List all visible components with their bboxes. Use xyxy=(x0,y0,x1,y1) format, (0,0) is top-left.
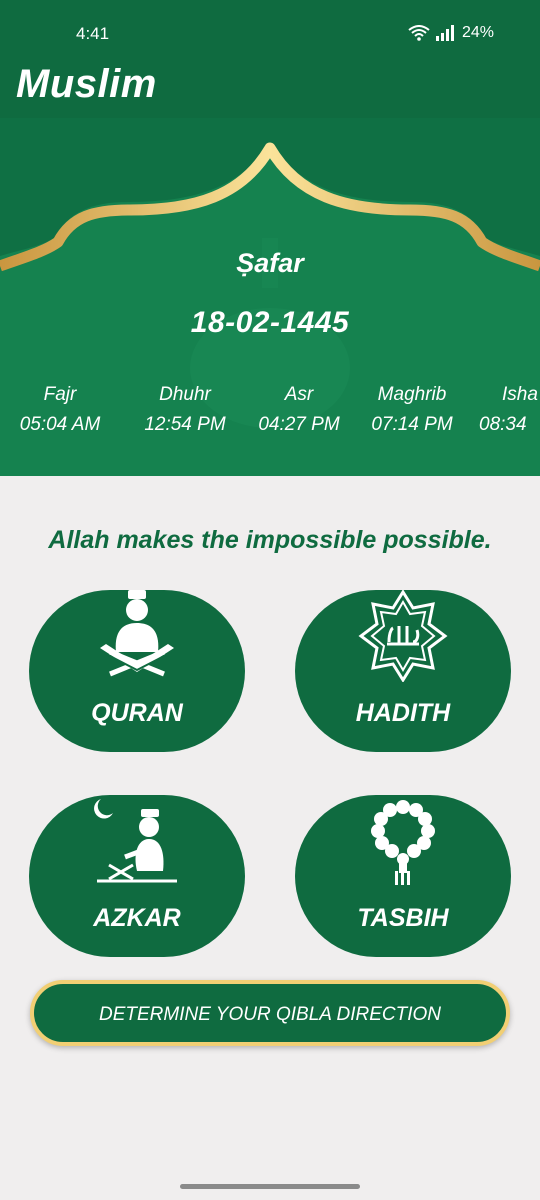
wifi-icon xyxy=(408,25,430,41)
praying-man-icon xyxy=(94,799,177,883)
app-title: Muslim xyxy=(16,62,157,106)
prayer-beads-icon xyxy=(371,800,435,885)
prayer-name: Asr xyxy=(284,384,314,405)
quran-label: QURAN xyxy=(91,699,183,727)
prayer-name: Maghrib xyxy=(377,384,447,405)
status-bar: 4:41 24% xyxy=(0,0,540,68)
quran-button[interactable]: QURAN xyxy=(29,590,245,752)
hadith-label: HADITH xyxy=(355,699,451,727)
prayer-time: 05:04 AM xyxy=(19,414,101,435)
tasbih-button[interactable]: TASBIH xyxy=(295,795,511,957)
prayer-time: 12:54 PM xyxy=(144,414,226,435)
qibla-direction-button[interactable]: DETERMINE YOUR QIBLA DIRECTION xyxy=(30,980,510,1046)
daily-quote: Allah makes the impossible possible. xyxy=(48,526,492,554)
prayer-time: 04:27 PM xyxy=(258,414,340,435)
tasbih-label: TASBIH xyxy=(357,904,449,932)
home-indicator[interactable] xyxy=(180,1184,360,1189)
prayer-dhuhr: Dhuhr 12:54 PM xyxy=(130,384,240,436)
status-time: 4:41 xyxy=(76,24,110,43)
qibla-button-label: DETERMINE YOUR QIBLA DIRECTION xyxy=(98,1004,442,1025)
azkar-button[interactable]: AZKAR xyxy=(29,795,245,957)
quran-reader-icon xyxy=(100,590,174,677)
prayer-times: Fajr 05:04 AM Dhuhr 12:54 PM Asr 04:27 P… xyxy=(0,384,540,444)
prayer-fajr: Fajr 05:04 AM xyxy=(8,384,112,436)
hijri-month: Ṣafar xyxy=(236,248,304,278)
hijri-date: 18-02-1445 xyxy=(190,306,350,339)
prayer-asr: Asr 04:27 PM xyxy=(246,384,352,436)
prayer-isha: Isha 08:34 xyxy=(476,384,540,436)
azkar-label: AZKAR xyxy=(93,904,181,932)
prayer-name: Dhuhr xyxy=(159,384,211,405)
prayer-name: Isha xyxy=(502,384,538,405)
prayer-time: 08:34 xyxy=(479,414,527,435)
prayer-time: 07:14 PM xyxy=(371,414,453,435)
prayer-name: Fajr xyxy=(43,384,77,405)
hadith-star-icon xyxy=(358,590,448,682)
signal-icon xyxy=(435,25,454,41)
hijri-banner: Ṣafar 18-02-1445 Fajr 05:04 AM Dhuhr 12:… xyxy=(0,118,540,476)
prayer-maghrib: Maghrib 07:14 PM xyxy=(358,384,466,436)
battery-percent: 24% xyxy=(461,24,494,41)
hadith-button[interactable]: HADITH xyxy=(295,590,511,752)
status-icons: 24% xyxy=(408,24,494,42)
